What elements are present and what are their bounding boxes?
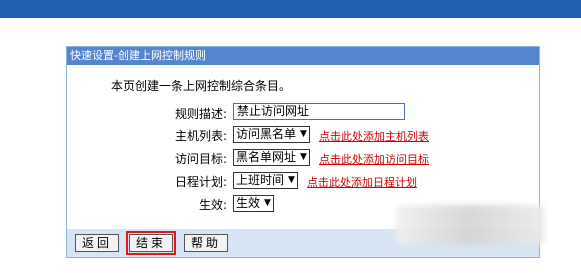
chevron-down-icon: ▼ (288, 175, 295, 185)
finish-button[interactable]: 结束 (125, 231, 177, 255)
rule-description-row: 规则描述: 禁止访问网址 (67, 103, 539, 123)
access-target-row: 访问目标: 黑名单网址 ▼ 点击此处添加访问目标 (67, 148, 539, 168)
host-list-label: 主机列表: (174, 129, 227, 143)
rule-description-label: 规则描述: (174, 107, 227, 121)
schedule-label: 日程计划: (174, 175, 227, 189)
access-target-select[interactable]: 黑名单网址 ▼ (233, 149, 310, 166)
schedule-value: 上班时间 (236, 173, 285, 187)
add-host-list-link[interactable]: 点击此处添加主机列表 (319, 128, 429, 144)
blurred-watermark (395, 205, 545, 245)
effect-value: 生效 (236, 196, 261, 210)
schedule-row: 日程计划: 上班时间 ▼ 点击此处添加日程计划 (67, 171, 539, 191)
host-list-value: 访问黑名单 (236, 127, 297, 141)
chevron-down-icon: ▼ (300, 152, 307, 162)
panel-title: 快速设置-创建上网控制规则 (67, 47, 539, 65)
back-button[interactable]: 返回 (75, 234, 120, 252)
add-access-target-link[interactable]: 点击此处添加访问目标 (319, 151, 429, 167)
chevron-down-icon: ▼ (264, 198, 271, 208)
effect-select[interactable]: 生效 ▼ (233, 195, 274, 212)
chevron-down-icon: ▼ (300, 129, 307, 139)
top-banner (0, 0, 581, 18)
schedule-select[interactable]: 上班时间 ▼ (233, 172, 298, 189)
add-schedule-link[interactable]: 点击此处添加日程计划 (307, 174, 417, 190)
host-list-select[interactable]: 访问黑名单 ▼ (233, 126, 310, 143)
access-target-value: 黑名单网址 (236, 150, 297, 164)
rule-description-input[interactable]: 禁止访问网址 (233, 103, 405, 120)
help-button[interactable]: 帮助 (184, 234, 229, 252)
intro-text: 本页创建一条上网控制综合条目。 (111, 79, 292, 93)
effect-label: 生效: (198, 198, 227, 212)
host-list-row: 主机列表: 访问黑名单 ▼ 点击此处添加主机列表 (67, 125, 539, 145)
access-target-label: 访问目标: (174, 152, 227, 166)
